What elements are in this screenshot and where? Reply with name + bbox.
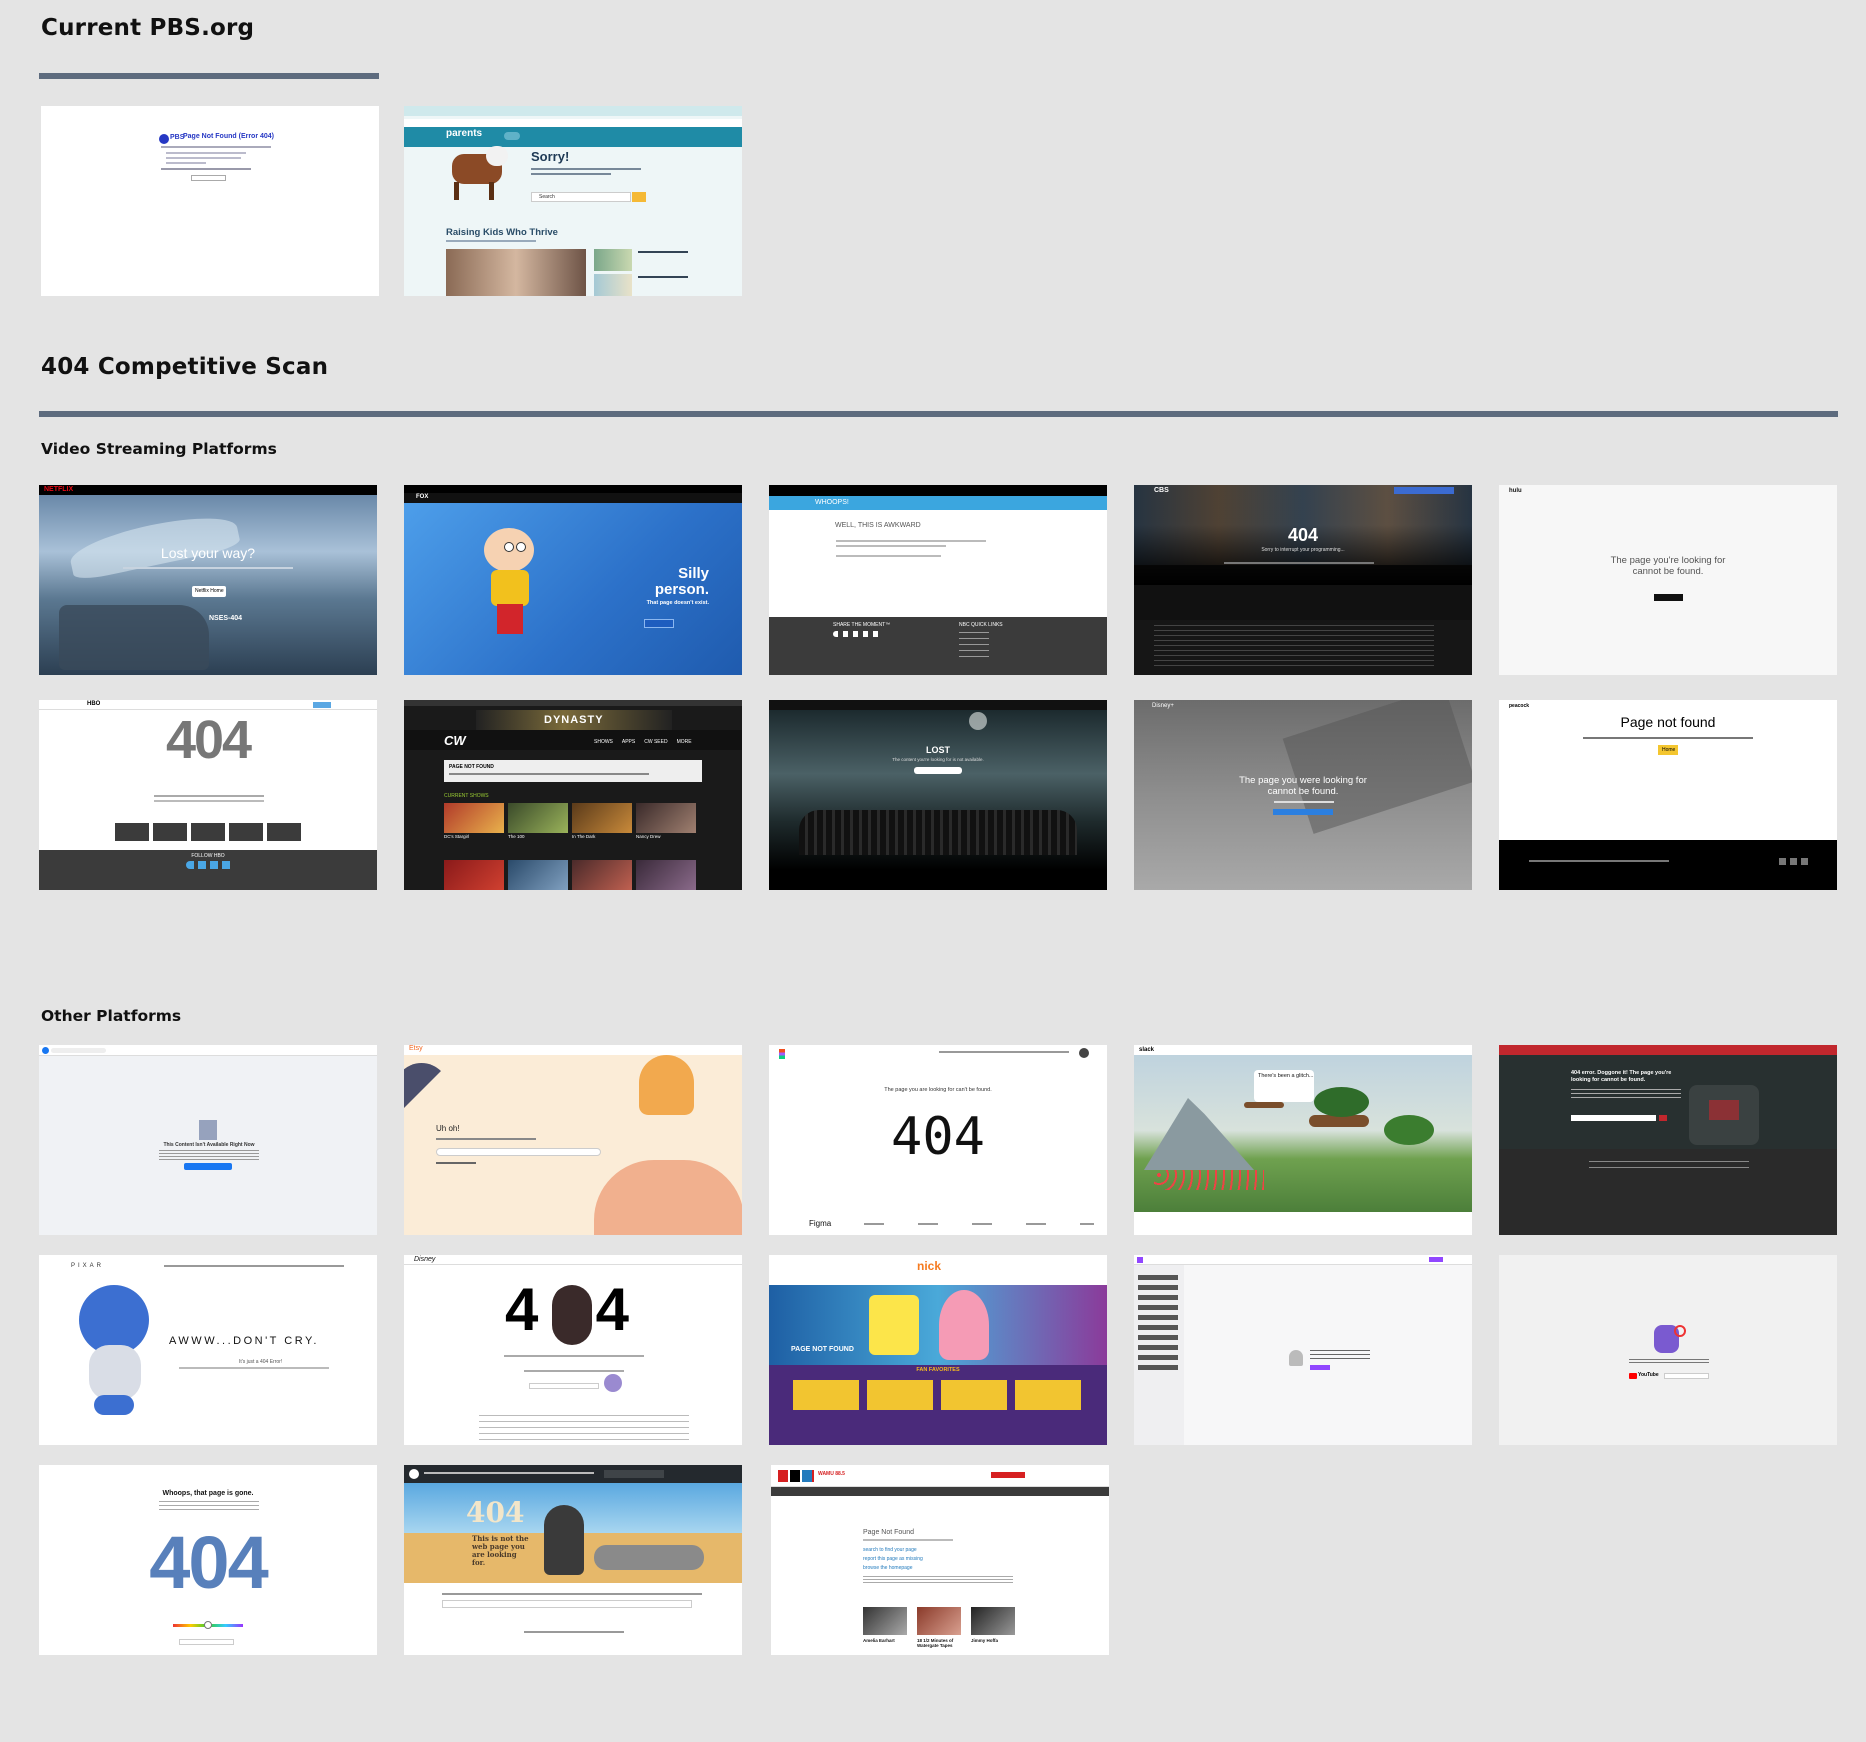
thumbnail-cw-404[interactable]: DYNASTY CW SHOWS APPS CW SEED MORE PAGE NOT… — [404, 700, 742, 890]
thumbnail-twitch-404[interactable] — [1134, 1255, 1472, 1445]
thumbnail-etsy-404[interactable]: Etsy Uh oh! — [404, 1045, 742, 1235]
thumbnail-peacock-404[interactable]: peacock Page not found Home — [1499, 700, 1837, 890]
thumbnail-nbc-404[interactable]: WHOOPS! WELL, THIS IS AWKWARD SHARE THE … — [769, 485, 1107, 675]
section-divider — [39, 411, 1838, 417]
thumbnail-dribbble-404[interactable]: Whoops, that page is gone. 404 — [39, 1465, 377, 1655]
thumbnail-github-404[interactable]: 404 This is not the web page you are loo… — [404, 1465, 742, 1655]
thumbnail-disney-404[interactable]: Disney 404 — [404, 1255, 742, 1445]
thumbnail-pbs-parents-404[interactable]: parents Sorry! Search Raising Kids Who T… — [404, 106, 742, 296]
thumbnail-cbs-404[interactable]: CBS 404 Sorry to interrupt your programm… — [1134, 485, 1472, 675]
thumbnail-figma-404[interactable]: The page you are looking for can't be fo… — [769, 1045, 1107, 1235]
section-title-scan: 404 Competitive Scan — [41, 354, 329, 380]
thumbnail-nick-404[interactable]: nick PAGE NOT FOUND FAN FAVORITES — [769, 1255, 1107, 1445]
thumbnail-slack-404[interactable]: slack There's been a glitch... — [1134, 1045, 1472, 1235]
thumbnail-hbo-404[interactable]: HBO 404 FOLLOW HBO — [39, 700, 377, 890]
thumbnail-disneyplus-404[interactable]: Disney+ The page you were looking for ca… — [1134, 700, 1472, 890]
thumbnail-fox-404[interactable]: FOX Silly person. That page doesn't exis… — [404, 485, 742, 675]
thumbnail-pixar-404[interactable]: PIXAR AWWW...DON'T CRY. It's just a 404 … — [39, 1255, 377, 1445]
thumbnail-hulu-404[interactable]: hulu The page you're looking for cannot … — [1499, 485, 1837, 675]
thumbnail-abc-404[interactable]: LOST The content you're looking for is n… — [769, 700, 1107, 890]
thumbnail-facebook-404[interactable]: This Content Isn't Available Right Now — [39, 1045, 377, 1235]
section-divider — [39, 73, 379, 79]
section-title-other: Other Platforms — [41, 1007, 182, 1025]
thumbnail-nyt-404[interactable]: 404 error. Doggone it! The page you're l… — [1499, 1045, 1837, 1235]
thumbnail-youtube-404[interactable]: YouTube — [1499, 1255, 1837, 1445]
thumbnail-npr-404[interactable]: WAMU 88.5 Page Not Found search to find … — [771, 1465, 1109, 1655]
section-title-current: Current PBS.org — [41, 15, 255, 41]
thumbnail-pbs-404[interactable]: PBS Page Not Found (Error 404) — [41, 106, 379, 296]
section-title-video: Video Streaming Platforms — [41, 440, 277, 458]
thumbnail-netflix-404[interactable]: NETFLIX Lost your way? Netflix Home NSES… — [39, 485, 377, 675]
